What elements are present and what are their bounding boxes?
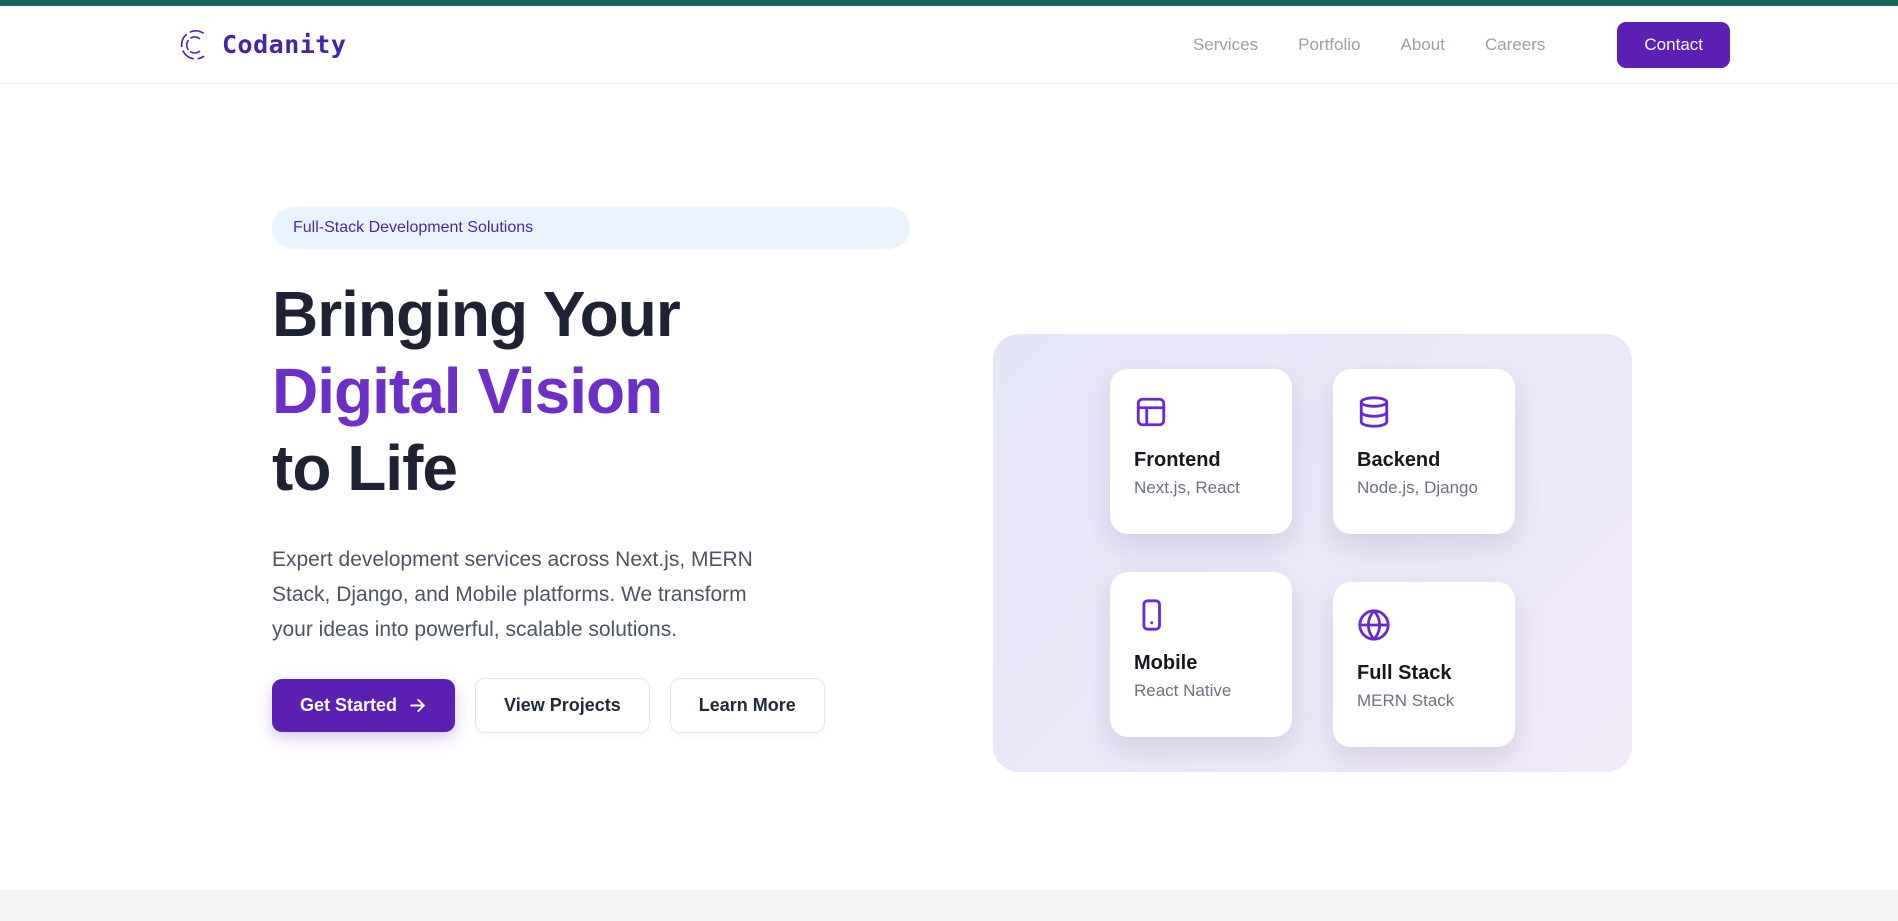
tech-card-title: Backend [1357, 449, 1491, 472]
site-header: Codanity Services Portfolio About Career… [0, 6, 1898, 84]
hero-heading-line3: to Life [272, 430, 912, 507]
contact-button[interactable]: Contact [1617, 22, 1730, 68]
database-icon [1357, 395, 1391, 429]
hero-left-column: Full-Stack Development Solutions Bringin… [272, 84, 912, 772]
tech-card-title: Full Stack [1357, 662, 1491, 685]
tech-card-subtitle: Next.js, React [1134, 478, 1268, 498]
hero-heading-highlight: Digital Vision [272, 353, 912, 430]
tech-card-subtitle: Node.js, Django [1357, 478, 1491, 498]
nav-link-portfolio[interactable]: Portfolio [1298, 35, 1360, 55]
logo-text: Codanity [222, 30, 346, 59]
hero-right-column: Frontend Next.js, React Backend Node.js,… [993, 84, 1632, 772]
arrow-right-icon [408, 696, 427, 715]
tech-card-grid: Frontend Next.js, React Backend Node.js,… [1110, 369, 1515, 737]
hero-heading-line1: Bringing Your [272, 276, 912, 353]
tech-card-backend[interactable]: Backend Node.js, Django [1333, 369, 1515, 534]
logo[interactable]: Codanity [176, 26, 346, 64]
smartphone-icon [1134, 598, 1168, 632]
tech-panel: Frontend Next.js, React Backend Node.js,… [993, 334, 1632, 772]
nav-link-careers[interactable]: Careers [1485, 35, 1545, 55]
next-section-strip [0, 890, 1898, 921]
tech-card-title: Frontend [1134, 449, 1268, 472]
tech-card-title: Mobile [1134, 652, 1268, 675]
hero-badge: Full-Stack Development Solutions [272, 207, 910, 249]
tech-card-subtitle: MERN Stack [1357, 691, 1491, 711]
tech-card-fullstack[interactable]: Full Stack MERN Stack [1333, 582, 1515, 747]
view-projects-button[interactable]: View Projects [475, 678, 650, 733]
nav-link-about[interactable]: About [1401, 35, 1445, 55]
codanity-logo-icon [176, 26, 210, 64]
get-started-button[interactable]: Get Started [272, 679, 455, 732]
tech-card-mobile[interactable]: Mobile React Native [1110, 572, 1292, 737]
get-started-label: Get Started [300, 695, 397, 716]
layout-icon [1134, 395, 1168, 429]
learn-more-button[interactable]: Learn More [670, 678, 825, 733]
globe-icon [1357, 608, 1391, 642]
hero-heading: Bringing YourDigital Visionto Life [272, 276, 912, 507]
main-nav: Services Portfolio About Careers Contact [1193, 22, 1730, 68]
tech-card-frontend[interactable]: Frontend Next.js, React [1110, 369, 1292, 534]
hero-button-row: Get Started View Projects Learn More [272, 678, 912, 733]
hero-section: Full-Stack Development Solutions Bringin… [0, 84, 1898, 772]
tech-card-subtitle: React Native [1134, 681, 1268, 701]
nav-link-services[interactable]: Services [1193, 35, 1258, 55]
hero-description: Expert development services across Next.… [272, 542, 790, 647]
